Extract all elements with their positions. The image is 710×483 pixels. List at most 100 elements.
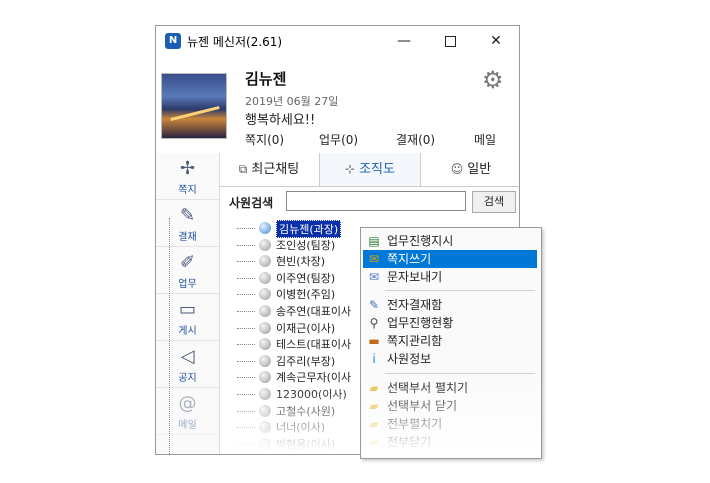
tree-connector: [237, 244, 255, 246]
tree-guide-line: [169, 218, 170, 454]
menu-separator: [385, 373, 535, 374]
sidebar-item-label: 공지: [178, 373, 197, 384]
menu-item-label: 쪽지쓰기: [387, 252, 432, 266]
at-icon: @: [178, 393, 197, 414]
tree-item-label: 조인성(팀장): [276, 238, 336, 252]
user-status-icon: [259, 255, 271, 268]
work-count-link[interactable]: 업무(0): [319, 131, 358, 148]
sidebar-item-label: 게시: [178, 326, 197, 337]
search-button[interactable]: 검색: [472, 191, 516, 213]
search-label: 사원검색: [229, 196, 274, 210]
tree-item-label: 김뉴젠(과장): [276, 220, 342, 238]
menu-item-label: 쪽지관리함: [387, 334, 443, 348]
user-name: 김뉴젠: [245, 70, 287, 88]
tab-bar: ⧉ 최근채팅 ⊹ 조직도 ☺ 일반: [219, 153, 519, 187]
tree-connector: [237, 311, 255, 312]
title-bar[interactable]: N 뉴젠 메신저(2.61) — ✕: [156, 26, 519, 56]
menu-item-label: 업무진행지시: [387, 234, 454, 248]
sidebar-item-approval[interactable]: ✎ 결재: [156, 200, 219, 247]
context-menu-item[interactable]: ✎ 전자결재함: [363, 296, 537, 314]
close-button[interactable]: ✕: [473, 26, 519, 56]
tree-connector: [237, 327, 255, 329]
org-chart-icon: ⊹: [345, 162, 356, 176]
status-message[interactable]: 행복하세요!!: [245, 109, 315, 128]
user-status-icon: [259, 305, 271, 317]
context-menu-item[interactable]: i 사원정보: [363, 350, 537, 368]
chat-icon: ⧉: [238, 162, 248, 176]
note-icon: ✢: [179, 158, 196, 179]
menu-fade-overlay: [361, 378, 541, 458]
tab-recent-chat[interactable]: ⧉ 최근채팅: [219, 153, 319, 186]
mail-link[interactable]: 메일: [474, 131, 496, 148]
tree-item-label: 현빈(차장): [276, 255, 326, 269]
tree-connector: [237, 277, 255, 279]
folder-icon: ▭: [178, 299, 196, 320]
user-status-icon: [259, 354, 271, 367]
tree-item-label: 이재근(이사): [276, 321, 336, 335]
context-menu-item[interactable]: ✉ 문자보내기: [363, 268, 537, 286]
megaphone-icon: ◁: [180, 346, 195, 367]
user-status-icon: [259, 288, 271, 301]
menu-item-label: 사원정보: [387, 352, 432, 366]
user-status-icon: [259, 371, 271, 384]
user-status-icon: [259, 238, 271, 251]
jjokji-count-link[interactable]: 쪽지(0): [245, 131, 284, 148]
context-menu-item[interactable]: ⚲ 업무진행현황: [363, 314, 537, 332]
tree-item-label: 송주연(대표이사: [276, 305, 352, 318]
tab-org-chart[interactable]: ⊹ 조직도: [319, 153, 421, 186]
user-status-icon: [259, 271, 271, 284]
user-status-icon: [259, 222, 271, 234]
approval-icon: ✎: [179, 205, 196, 226]
minimize-button[interactable]: —: [381, 26, 427, 56]
maximize-button[interactable]: [427, 26, 473, 56]
sidebar-item-mail[interactable]: @ 메일: [156, 388, 219, 435]
tree-connector: [237, 377, 255, 379]
app-logo-icon: N: [165, 33, 181, 49]
sidebar-item-board[interactable]: ▭ 게시: [156, 294, 219, 341]
search-input[interactable]: [286, 191, 466, 211]
user-status-icon: [259, 321, 271, 334]
tree-item-label: 이주연(팀장): [276, 271, 336, 285]
tab-label: 조직도: [359, 162, 395, 177]
menu-item-icon: ▬: [368, 334, 380, 348]
context-menu-item[interactable]: ▬ 쪽지관리함: [363, 332, 537, 350]
tree-item-label: 김주리(부장): [276, 354, 336, 368]
tree-connector: [237, 261, 255, 263]
approval-count-link[interactable]: 결재(0): [396, 131, 435, 148]
sidebar: ✢ 쪽지 ✎ 결재 ✐ 업무 ▭ 게시 ◁ 공지 @ 메일: [156, 153, 220, 454]
sidebar-item-label: 쪽지: [178, 185, 197, 196]
tree-item-label: 테스트(대표이사: [276, 338, 352, 352]
menu-item-label: 문자보내기: [387, 270, 443, 284]
employee-search: 사원검색 검색: [224, 191, 519, 213]
tree-connector: [237, 294, 255, 296]
sidebar-item-work[interactable]: ✐ 업무: [156, 247, 219, 294]
sidebar-item-notice[interactable]: ◁ 공지: [156, 341, 219, 388]
current-date: 2019년 06월 27일: [245, 95, 339, 108]
pen-icon: ✐: [179, 252, 196, 273]
avatar[interactable]: [161, 73, 227, 139]
tree-connector: [237, 228, 255, 229]
tab-general[interactable]: ☺ 일반: [421, 153, 519, 186]
menu-item-icon: ⚲: [369, 316, 379, 330]
menu-separator: [385, 290, 535, 291]
person-icon: ☺: [450, 162, 464, 176]
gear-icon[interactable]: ⚙: [482, 68, 506, 92]
tree-connector: [237, 360, 255, 362]
context-menu-item[interactable]: ▤ 업무진행지시: [363, 232, 537, 250]
sidebar-item-label: 업무: [178, 279, 197, 290]
window-title: 뉴젠 메신저(2.61): [187, 35, 283, 49]
user-status-icon: [259, 338, 271, 351]
profile-panel: 김뉴젠 2019년 06월 27일 행복하세요!! ⚙ 쪽지(0) 업무(0) …: [156, 56, 519, 152]
sidebar-item-jjokji[interactable]: ✢ 쪽지: [156, 153, 219, 200]
menu-item-label: 전자결재함: [387, 298, 443, 312]
menu-item-icon: ✉: [368, 270, 380, 284]
menu-item-icon: ▤: [368, 234, 380, 248]
context-menu: ▤ 업무진행지시 ✉ 쪽지쓰기 ✉ 문자보내기 ✎ 전자결재함 ⚲ 업무진행현황 ▬ 쪽지관리함 i 사원…: [360, 227, 542, 459]
sidebar-item-label: 결재: [178, 232, 197, 243]
tree-item-label: 계속근무자(이사: [276, 371, 352, 385]
menu-item-label: 업무진행현황: [387, 316, 454, 330]
tab-label: 최근채팅: [251, 162, 300, 177]
tree-item-label: 이병헌(주임): [276, 288, 336, 302]
tab-label: 일반: [467, 162, 492, 177]
context-menu-item[interactable]: ✉ 쪽지쓰기: [363, 250, 537, 268]
